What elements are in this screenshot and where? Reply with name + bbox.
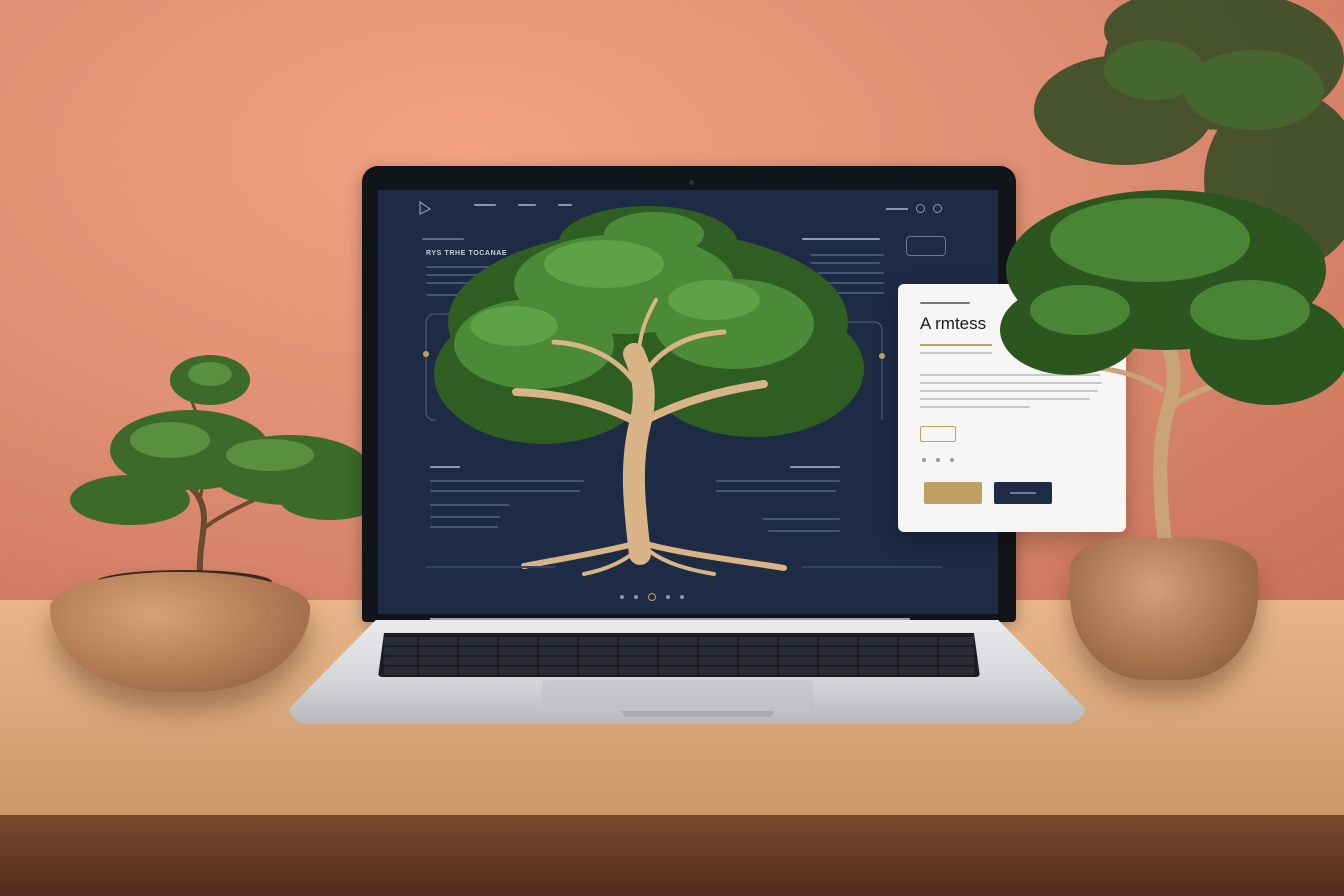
keyboard (378, 633, 980, 677)
text-line (430, 526, 498, 528)
tree-illustration (434, 206, 864, 576)
right-stone-pot (1070, 538, 1258, 680)
right-label-line (790, 466, 840, 468)
divider (802, 566, 942, 568)
screen-side-button[interactable] (906, 236, 946, 256)
text-line (768, 530, 840, 532)
left-bonsai-tree (70, 355, 380, 581)
pager-dot[interactable] (680, 595, 684, 599)
webcam (689, 180, 694, 185)
social-icon[interactable] (922, 458, 926, 462)
card-title-underline (920, 344, 992, 346)
desk-edge (0, 815, 1344, 896)
right-bonsai-tree (1000, 190, 1344, 559)
pager-dot[interactable] (634, 595, 638, 599)
pager-dot-active[interactable] (648, 593, 656, 601)
nav-link-right[interactable] (886, 207, 908, 210)
card-eyebrow-line (920, 302, 970, 304)
card-text-line (920, 352, 992, 354)
text-line (716, 490, 836, 492)
text-line (762, 518, 840, 520)
card-social-icons (922, 458, 954, 462)
social-icon[interactable] (950, 458, 954, 462)
text-line (716, 480, 840, 482)
text-line (430, 490, 580, 492)
card-primary-button[interactable] (924, 482, 982, 504)
search-icon[interactable] (916, 204, 925, 213)
social-icon[interactable] (936, 458, 940, 462)
nav-actions (886, 204, 942, 213)
pager-dot[interactable] (666, 595, 670, 599)
text-line (430, 504, 510, 506)
text-line (430, 480, 584, 482)
lid-notch (622, 711, 774, 717)
pager-dot[interactable] (620, 595, 624, 599)
card-input-field[interactable] (920, 426, 956, 442)
card-title: A rmtess (920, 314, 987, 333)
carousel-pager (620, 593, 684, 601)
trackpad (542, 680, 814, 708)
divider (426, 566, 556, 568)
text-line (430, 516, 500, 518)
left-label-line (430, 466, 460, 468)
triangle-logo-icon[interactable] (418, 200, 432, 216)
user-icon[interactable] (933, 204, 942, 213)
